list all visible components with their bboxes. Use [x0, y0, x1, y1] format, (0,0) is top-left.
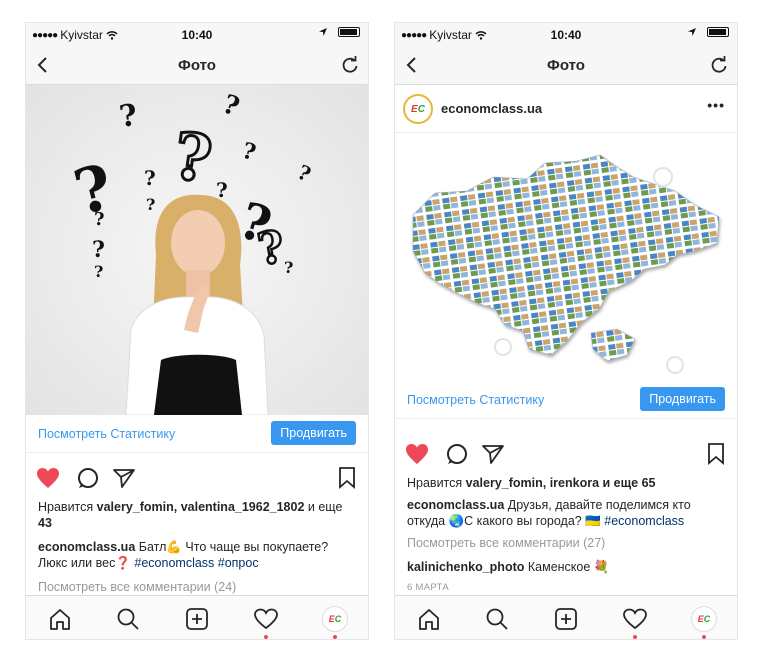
activity-tab[interactable] [253, 606, 279, 639]
question-marks-illustration: ? ? ? ? ? ? ? ? ? ? ? ? ? ? ? [67, 89, 315, 415]
view-all-comments-link[interactable]: Посмотреть все комментарии (24) [38, 579, 356, 595]
liked-by-users[interactable]: valery_fomin, valentina_1962_1802 [97, 500, 305, 514]
likes-count[interactable]: и еще 65 [599, 476, 656, 490]
search-icon[interactable] [115, 606, 141, 632]
avatar: EC [322, 606, 348, 632]
post-date: 6 МАРТА [407, 582, 450, 593]
bookmark-icon[interactable] [338, 467, 356, 489]
svg-text:?: ? [146, 195, 155, 214]
home-icon[interactable] [47, 606, 73, 632]
location-arrow-icon [319, 28, 327, 36]
bottom-tab-bar: EC [26, 595, 368, 639]
page-title: Фото [178, 57, 216, 74]
phone-screen-right: ●●●●● Kyivstar 10:40 Фото EC economclass… [394, 22, 738, 640]
notification-dot [633, 635, 637, 639]
svg-text:?: ? [144, 166, 156, 190]
heart-filled-icon[interactable] [36, 467, 60, 489]
account-name[interactable]: economclass.ua [441, 101, 542, 116]
heart-outline-icon [623, 608, 647, 630]
comment-row: kalinichenko_photo Каменское 💐 [407, 560, 610, 574]
nav-bar: Фото [26, 47, 368, 85]
likes-text: Нравится valery_fomin, valentina_1962_18… [38, 500, 343, 530]
caption-hashtags[interactable]: #economclass #опрос [134, 556, 258, 570]
home-icon[interactable] [416, 606, 442, 632]
paper-plane-icon[interactable] [112, 467, 136, 489]
bottom-tab-bar: EC [395, 595, 737, 639]
post-caption: economclass.ua Батл💪 Что чаще вы покупае… [38, 540, 329, 570]
battery-icon [338, 27, 360, 37]
plus-square-icon[interactable] [184, 606, 210, 632]
notification-dot [264, 635, 268, 639]
post-caption: economclass.ua Друзья, давайте поделимся… [407, 498, 691, 528]
paper-plane-icon[interactable] [481, 443, 505, 465]
liked-by-users[interactable]: valery_fomin, irenkora [466, 476, 599, 490]
notification-dot [702, 635, 706, 639]
likes-text: Нравится valery_fomin, irenkora и еще 65 [407, 476, 656, 490]
bookmark-icon[interactable] [707, 443, 725, 465]
svg-text:?: ? [94, 262, 103, 281]
post-actions [26, 461, 368, 495]
likes-count[interactable]: 43 [38, 516, 52, 530]
svg-text:?: ? [117, 98, 139, 135]
insights-row: Посмотреть Статистику Продвигать [395, 381, 737, 419]
refresh-icon[interactable] [709, 55, 729, 75]
promote-button[interactable]: Продвигать [271, 421, 356, 445]
avatar: EC [691, 606, 717, 632]
notification-dot [333, 635, 337, 639]
heart-filled-icon[interactable] [405, 443, 429, 465]
caption-username[interactable]: economclass.ua [407, 498, 504, 512]
promote-button[interactable]: Продвигать [640, 387, 725, 411]
post-photo-question-woman: ? ? ? ? ? ? ? ? ? ? ? ? ? ? ? [26, 85, 368, 415]
view-all-comments-link[interactable]: Посмотреть все комментарии (27) [407, 535, 725, 551]
status-bar: ●●●●● Kyivstar 10:40 [26, 23, 368, 47]
svg-text:?: ? [94, 209, 105, 230]
profile-tab[interactable]: EC [322, 606, 348, 639]
post-header: EC economclass.ua ••• [395, 85, 737, 133]
comment-bubble-icon[interactable] [445, 443, 469, 465]
battery-icon [707, 27, 729, 37]
account-avatar[interactable]: EC [403, 94, 433, 124]
profile-tab[interactable]: EC [691, 606, 717, 639]
view-insights-link[interactable]: Посмотреть Статистику [407, 393, 544, 407]
caption-username[interactable]: economclass.ua [38, 540, 135, 554]
phone-screen-left: ●●●●● Kyivstar 10:40 Фото ? ? ? ? ? ? ? … [25, 22, 369, 640]
heart-outline-icon [254, 608, 278, 630]
caption-hashtags[interactable]: #economclass [604, 514, 684, 528]
svg-text:?: ? [239, 138, 258, 166]
refresh-icon[interactable] [340, 55, 360, 75]
search-icon[interactable] [484, 606, 510, 632]
ukraine-photo-map [412, 154, 720, 374]
status-bar: ●●●●● Kyivstar 10:40 [395, 23, 737, 47]
more-options-icon[interactable]: ••• [707, 97, 725, 113]
status-time: 10:40 [181, 28, 213, 42]
comment-username[interactable]: kalinichenko_photo [407, 560, 524, 574]
svg-text:?: ? [284, 258, 293, 277]
status-time: 10:40 [550, 28, 582, 42]
activity-tab[interactable] [622, 606, 648, 639]
svg-text:?: ? [169, 119, 217, 198]
svg-text:?: ? [216, 178, 228, 202]
svg-text:?: ? [219, 89, 244, 122]
post-actions [395, 437, 737, 471]
view-insights-link[interactable]: Посмотреть Статистику [38, 427, 175, 441]
comment-bubble-icon[interactable] [76, 467, 100, 489]
svg-text:?: ? [92, 237, 105, 263]
nav-bar: Фото [395, 47, 737, 85]
plus-square-icon[interactable] [553, 606, 579, 632]
svg-text:?: ? [294, 160, 315, 187]
insights-row: Посмотреть Статистику Продвигать [26, 415, 368, 453]
location-arrow-icon [688, 28, 696, 36]
page-title: Фото [547, 57, 585, 74]
post-photo-ukraine-map-collage [395, 133, 737, 381]
